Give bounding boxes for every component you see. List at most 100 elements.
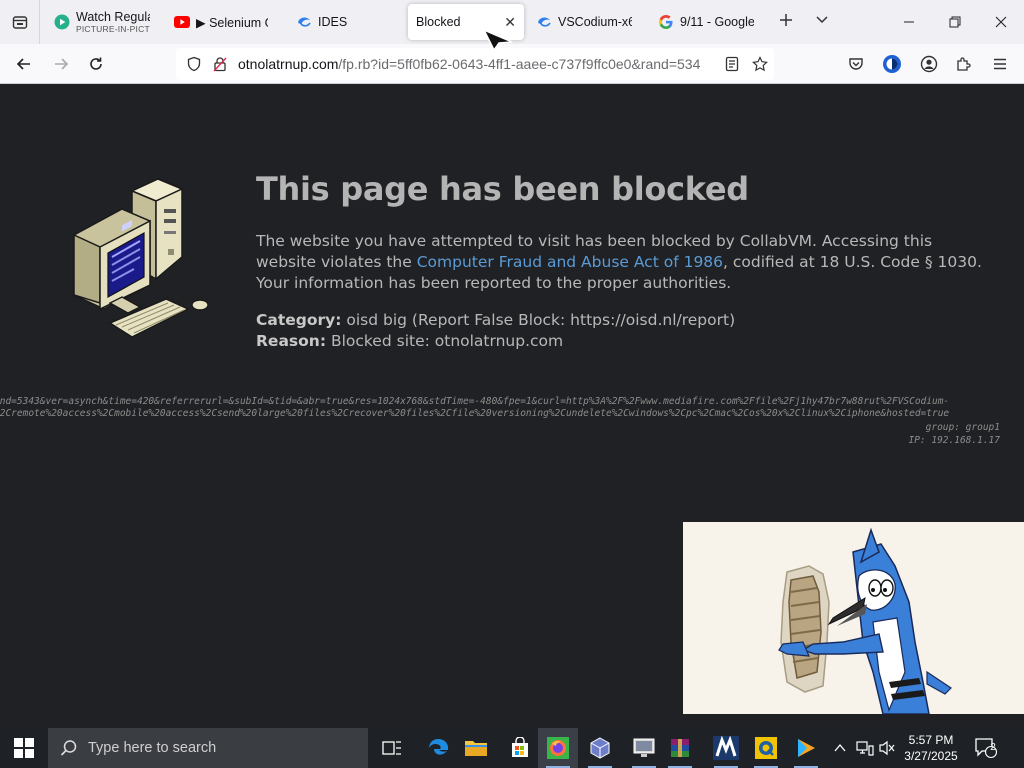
back-button[interactable]: [12, 52, 36, 76]
cartoon-video-frame: [683, 522, 1024, 714]
m-app-taskbar-button[interactable]: [706, 728, 746, 768]
firefox-taskbar-button[interactable]: [538, 728, 578, 768]
tab-vscodium[interactable]: VSCodium-x64: [528, 4, 640, 40]
notification-count: 2: [990, 742, 996, 753]
tab-watch-regular[interactable]: Watch Regula PICTURE-IN-PICTU: [46, 4, 158, 40]
pocket-icon: [849, 58, 863, 70]
store-taskbar-button[interactable]: [500, 728, 540, 768]
shield-icon[interactable]: [184, 54, 204, 74]
monitor-app-icon: [633, 738, 655, 757]
address-bar[interactable]: otnolatrnup.com/fp.rb?id=5ff0fb62-0643-4…: [176, 48, 774, 80]
tab-title: ▶ Selenium G: [196, 15, 268, 30]
tab-google-search[interactable]: 9/11 - Google: [650, 4, 762, 40]
m-letter-icon: [713, 736, 739, 760]
debug-query-string-2: %2Cremote%20access%2Cmobile%20access%2Cs…: [0, 408, 950, 419]
url-domain: otnolatrnup.com: [238, 56, 339, 72]
edge-taskbar-button[interactable]: [418, 728, 458, 768]
reader-view-icon[interactable]: [722, 54, 742, 74]
media-player-taskbar-button[interactable]: [786, 728, 826, 768]
puzzle-icon: [957, 57, 971, 71]
winrar-taskbar-button[interactable]: [660, 728, 700, 768]
restore-icon: [949, 16, 961, 28]
play-triangle-icon: [798, 739, 815, 757]
search-icon: [60, 740, 77, 756]
volume-tray-button[interactable]: [876, 728, 898, 768]
debug-query-string: and=5343&ver=asynch&time=420&referrerurl…: [0, 396, 950, 407]
play-circle-icon: [54, 14, 70, 30]
q-app-taskbar-button[interactable]: [746, 728, 786, 768]
task-view-button[interactable]: [372, 728, 412, 768]
debug-group: group: group1: [925, 422, 1000, 433]
minimize-icon: [904, 21, 914, 23]
action-center-button[interactable]: 2: [972, 728, 1000, 768]
new-tab-button[interactable]: [775, 10, 797, 32]
taskbar-clock[interactable]: 5:57 PM 3/27/2025: [900, 732, 962, 764]
url-text[interactable]: otnolatrnup.com/fp.rb?id=5ff0fb62-0643-4…: [238, 56, 708, 72]
show-hidden-icons-button[interactable]: [832, 728, 848, 768]
cfaa-link[interactable]: Computer Fraud and Abuse Act of 1986: [417, 253, 723, 271]
menu-button[interactable]: [988, 52, 1012, 76]
tab-selenium[interactable]: ▶ Selenium G: [166, 4, 276, 40]
edge-icon: [429, 739, 449, 755]
category-value: oisd big (Report False Block: https://oi…: [341, 311, 736, 329]
forward-button[interactable]: [49, 52, 73, 76]
reason-value: Blocked site: otnolatrnup.com: [326, 332, 564, 350]
q-circle-icon: [755, 737, 777, 759]
tab-title: Watch Regula: [76, 10, 150, 24]
globe-extension-icon: [883, 55, 901, 73]
remote-app-taskbar-button[interactable]: [624, 728, 664, 768]
page-title: This page has been blocked: [256, 170, 749, 208]
close-window-button[interactable]: [978, 0, 1024, 44]
task-view-icon: [382, 741, 401, 755]
archive-icon: [671, 739, 689, 757]
reason-line: Reason: Blocked site: otnolatrnup.com: [256, 332, 563, 350]
chevron-up-icon: [834, 743, 846, 752]
tab-ides[interactable]: IDES: [288, 4, 398, 40]
firefox-view-icon: [12, 16, 27, 29]
bookmark-star-icon[interactable]: [750, 54, 770, 74]
network-icon: [856, 741, 874, 756]
windows-taskbar: Type here to search 5:57 PM 3/27/2025 2: [0, 728, 1024, 768]
vscodium-icon: [536, 14, 552, 30]
extension-button[interactable]: [880, 52, 904, 76]
store-icon: [512, 737, 528, 757]
insecure-lock-icon[interactable]: [210, 54, 230, 74]
firefox-view-button[interactable]: [0, 0, 40, 44]
tab-title: 9/11 - Google: [680, 15, 754, 29]
cube-app-icon: [590, 737, 610, 759]
firefox-icon: [547, 737, 569, 759]
start-button[interactable]: [0, 728, 48, 768]
tab-title: IDES: [318, 15, 348, 29]
blocked-message: The website you have attempted to visit …: [256, 231, 996, 294]
folder-icon: [465, 741, 487, 756]
pocket-button[interactable]: [844, 52, 868, 76]
debug-ip: IP: 192.168.1.17: [908, 435, 1000, 446]
minimize-button[interactable]: [886, 0, 932, 44]
picture-in-picture-window[interactable]: [683, 522, 1024, 714]
virtualbox-taskbar-button[interactable]: [580, 728, 620, 768]
account-icon: [920, 55, 938, 73]
list-all-tabs-button[interactable]: [815, 12, 835, 32]
volume-muted-icon: [879, 740, 895, 756]
reload-button[interactable]: [84, 52, 108, 76]
arrow-left-icon: [16, 58, 30, 70]
computer-illustration: [73, 177, 209, 338]
search-placeholder: Type here to search: [88, 740, 217, 756]
google-icon: [658, 14, 674, 30]
windows-logo-icon: [14, 738, 34, 758]
youtube-icon: [174, 14, 190, 30]
account-button[interactable]: [917, 52, 941, 76]
category-label: Category:: [256, 311, 342, 329]
arrow-right-icon: [55, 58, 69, 70]
chevron-down-icon: [816, 16, 828, 24]
network-tray-button[interactable]: [854, 728, 876, 768]
tab-pip-subtitle: PICTURE-IN-PICTU: [76, 23, 150, 34]
file-explorer-taskbar-button[interactable]: [456, 728, 496, 768]
category-line: Category: oisd big (Report False Block: …: [256, 311, 735, 329]
restore-button[interactable]: [932, 0, 978, 44]
tab-title: Blocked: [416, 15, 461, 29]
taskbar-search[interactable]: Type here to search: [48, 728, 368, 768]
extensions-button[interactable]: [952, 52, 976, 76]
clock-time: 5:57 PM: [908, 733, 954, 747]
mouse-cursor-icon: [482, 28, 513, 52]
